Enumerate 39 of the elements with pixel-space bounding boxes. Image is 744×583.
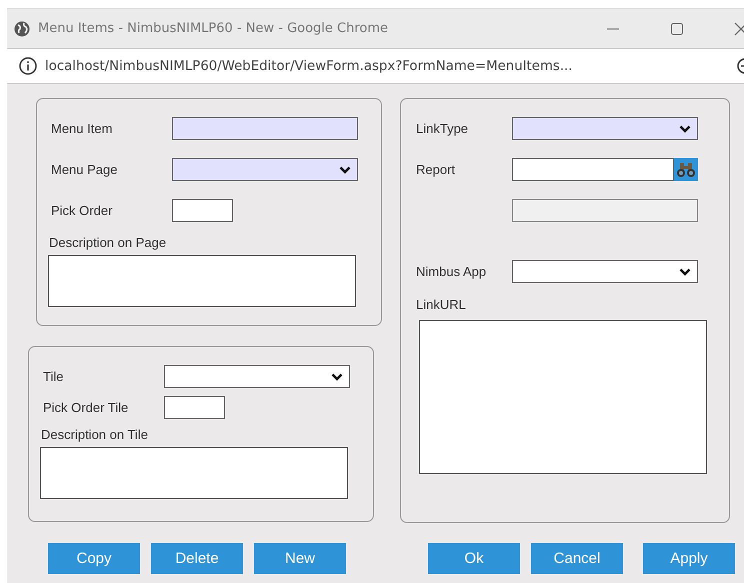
field-label: LinkURL [415, 297, 467, 312]
action-button[interactable]: Cancel [531, 543, 623, 574]
dropdown[interactable] [164, 365, 350, 388]
text-field[interactable] [512, 158, 674, 181]
field-label: LinkType [415, 121, 470, 136]
binoculars-icon [676, 162, 696, 178]
chevron-icon [339, 166, 351, 174]
field-label: Pick Order [50, 203, 114, 218]
chevron-icon [679, 124, 691, 132]
action-button[interactable]: Ok [428, 543, 520, 574]
globe-icon [14, 20, 30, 36]
dropdown[interactable] [512, 260, 698, 283]
action-button[interactable]: Copy [48, 543, 140, 574]
window-title: Menu Items - NimbusNIMLP60 - New - Google Chrome [38, 21, 390, 36]
maximize-icon[interactable] [670, 22, 684, 36]
action-button[interactable]: Apply [643, 543, 735, 574]
dropdown[interactable] [512, 117, 698, 140]
field-label: Nimbus App [415, 264, 488, 279]
action-button[interactable]: Delete [151, 543, 243, 574]
field-label: Report [415, 162, 456, 177]
field-label: Description on Tile [40, 427, 149, 442]
text-area[interactable] [48, 255, 356, 307]
field-label: Tile [42, 369, 64, 384]
close-icon[interactable] [734, 22, 744, 36]
text-area[interactable] [40, 447, 348, 499]
field-label: Menu Item [50, 121, 114, 136]
field-label: Pick Order Tile [42, 400, 130, 415]
text-field[interactable] [172, 117, 358, 140]
field-label: Menu Page [50, 162, 118, 177]
chevron-icon [679, 268, 691, 276]
number-field[interactable] [164, 396, 225, 419]
action-button[interactable]: New [254, 543, 346, 574]
info-icon[interactable] [19, 57, 37, 75]
number-field[interactable] [172, 199, 233, 222]
dropdown[interactable] [172, 158, 358, 181]
chevron-icon [331, 372, 343, 380]
field-label: Description on Page [48, 235, 168, 250]
binoculars-button[interactable] [674, 158, 698, 181]
zoom-icon[interactable] [736, 57, 744, 75]
